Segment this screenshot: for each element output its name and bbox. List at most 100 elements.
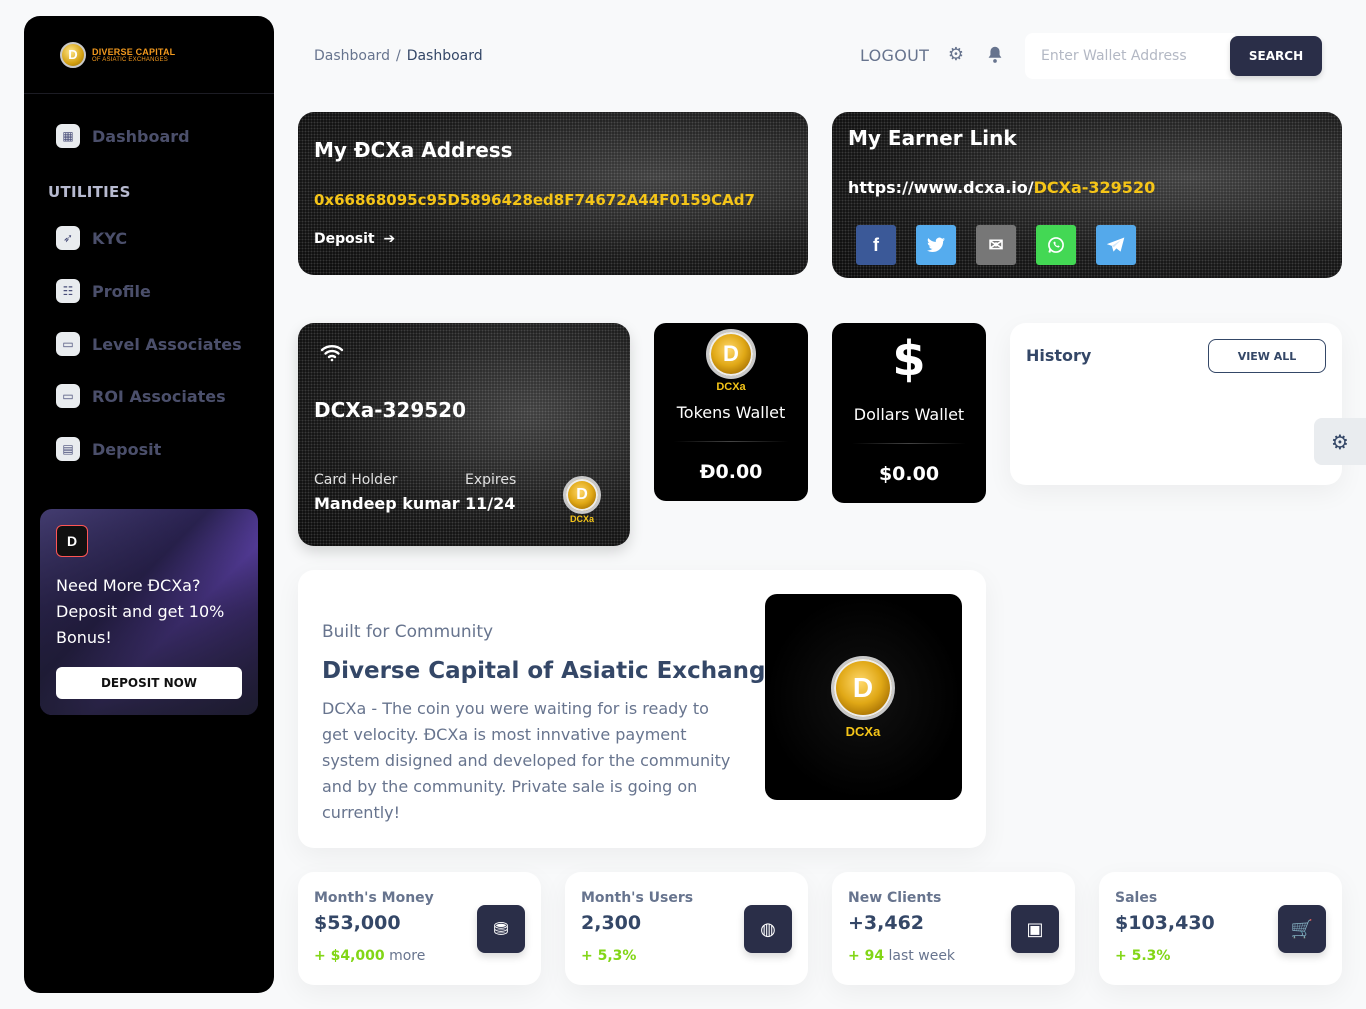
facebook-share-button[interactable]: f (856, 225, 896, 265)
earner-link-url[interactable]: https://www.dcxa.io/DCXa-329520 (848, 178, 1155, 197)
coin-label: DCXa (845, 724, 881, 739)
earner-link-card: My Earner Link https://www.dcxa.io/DCXa-… (832, 112, 1342, 278)
wallet-value: Đ0.00 (699, 461, 763, 483)
sidebar-item-profile[interactable]: ☷ Profile (56, 279, 151, 303)
stat-value: $103,430 (1115, 912, 1215, 934)
earner-card-title: My Earner Link (848, 126, 1017, 150)
card-number: DCXa-329520 (314, 398, 466, 422)
sidebar-item-label: ROI Associates (92, 386, 226, 406)
dollars-wallet-card[interactable]: $ Dollars Wallet $0.00 (832, 323, 986, 503)
member-card: DCXa-329520 Card Holder Mandeep kumar Ex… (298, 323, 630, 546)
sidebar-item-dashboard[interactable]: ▦ Dashboard (56, 124, 190, 148)
arrow-right-icon: ➔ (383, 231, 396, 247)
wallet-title: Tokens Wallet (676, 403, 786, 422)
stat-change: + 5,3% (581, 948, 636, 964)
view-all-button[interactable]: VIEW ALL (1208, 339, 1326, 373)
expires-label: Expires (465, 472, 517, 488)
world-icon: ◍ (744, 905, 792, 953)
community-image: D DCXa (765, 594, 962, 800)
stat-change-value: + 5.3% (1115, 948, 1171, 964)
history-card: History VIEW ALL (1010, 323, 1342, 485)
telegram-icon (1106, 237, 1125, 252)
sidebar: D DIVERSE CAPITAL OF ASIATIC EXCHANGES ▦… (24, 16, 274, 993)
community-title: Diverse Capital of Asiatic Exchanges (322, 658, 795, 684)
brand[interactable]: D DIVERSE CAPITAL OF ASIATIC EXCHANGES (24, 16, 274, 94)
wallet-value: $0.00 (878, 463, 940, 485)
search-button[interactable]: SEARCH (1230, 36, 1322, 76)
history-title: History (1026, 346, 1092, 365)
bell-icon[interactable] (984, 44, 1006, 66)
stat-value: +3,462 (848, 912, 925, 934)
stat-label: Month's Money (314, 890, 434, 906)
card-holder-name: Mandeep kumar (314, 494, 460, 513)
telegram-share-button[interactable] (1096, 225, 1136, 265)
wallet-address[interactable]: 0x66868095c95D5896428ed8F74672A44F0159CA… (314, 191, 755, 209)
stat-change: + $4,000 more (314, 948, 425, 964)
sidebar-item-deposit[interactable]: ▤ Deposit (56, 437, 161, 461)
stat-card-months-money: Month's Money $53,000 + $4,000 more ⛃ (298, 872, 541, 985)
coin-label: DCXa (569, 514, 594, 524)
community-eyebrow: Built for Community (322, 622, 494, 642)
stat-change-suffix: last week (888, 948, 956, 964)
cart-icon: 🛒 (1278, 905, 1326, 953)
stat-change: + 5.3% (1115, 948, 1170, 964)
earner-link-base: https://www.dcxa.io/ (848, 178, 1034, 197)
tokens-wallet-card[interactable]: D DCXa Tokens Wallet Đ0.00 (654, 323, 808, 501)
stat-label: New Clients (848, 890, 942, 906)
deposit-link[interactable]: Deposit ➔ (314, 231, 395, 247)
deposit-promo-card: D Need More ĐCXa? Deposit and get 10% Bo… (40, 509, 258, 715)
stat-card-months-users: Month's Users 2,300 + 5,3% ◍ (565, 872, 808, 985)
stat-change-value: + 94 (848, 948, 885, 964)
dollar-icon: $ (892, 331, 926, 387)
dcxa-coin-icon: D (831, 656, 895, 720)
stat-card-sales: Sales $103,430 + 5.3% 🛒 (1099, 872, 1342, 985)
settings-gear-icon[interactable]: ⚙ (1314, 418, 1366, 465)
divider (852, 443, 966, 444)
money-coins-icon: ⛃ (477, 905, 525, 953)
stat-value: $53,000 (314, 912, 401, 934)
twitter-share-button[interactable] (916, 225, 956, 265)
earner-link-code: DCXa-329520 (1033, 178, 1156, 197)
brand-text: DIVERSE CAPITAL OF ASIATIC EXCHANGES (92, 47, 175, 63)
twitter-icon (927, 237, 945, 253)
expires-value: 11/24 (465, 494, 516, 513)
sidebar-item-roi-associates[interactable]: ▭ ROI Associates (56, 384, 226, 408)
monitor-icon: ▭ (56, 384, 80, 408)
breadcrumb-current: Dashboard (406, 48, 483, 64)
promo-text: Need More ĐCXa? Deposit and get 10% Bonu… (56, 576, 225, 647)
address-card-title: My ĐCXa Address (314, 138, 513, 162)
sidebar-item-label: Profile (92, 281, 151, 301)
deposit-now-button[interactable]: DEPOSIT NOW (56, 667, 242, 699)
sidebar-item-kyc[interactable]: ➶ KYC (56, 226, 127, 250)
community-description: DCXa - The coin you were waiting for is … (322, 699, 731, 822)
sidebar-item-label: Dashboard (92, 126, 190, 146)
stat-change-value: + 5,3% (581, 948, 637, 964)
sidebar-section-title: UTILITIES (48, 183, 131, 201)
dcxa-logo: D DCXa (706, 329, 756, 393)
user-card-icon: ☷ (56, 279, 80, 303)
wallet-search-input[interactable] (1025, 33, 1235, 79)
whatsapp-share-button[interactable] (1036, 225, 1076, 265)
shop-icon: ▦ (56, 124, 80, 148)
wallet-title: Dollars Wallet (853, 405, 965, 424)
dcxa-coin-icon: D (706, 329, 756, 379)
community-card: Built for Community Diverse Capital of A… (298, 570, 986, 848)
stat-value: 2,300 (581, 912, 642, 934)
credit-card-icon: ▤ (56, 437, 80, 461)
facebook-icon: f (873, 234, 879, 255)
breadcrumb-root[interactable]: Dashboard (314, 48, 390, 64)
logout-link[interactable]: LOGOUT (860, 46, 929, 65)
dcxa-coin-icon: D (563, 476, 601, 514)
dcxa-logo-icon: D (56, 525, 88, 557)
contact-card-icon: ▣ (1011, 905, 1059, 953)
breadcrumb: Dashboard / Dashboard (314, 48, 483, 64)
sidebar-item-label: KYC (92, 228, 128, 248)
sidebar-item-label: Deposit (92, 439, 162, 459)
gear-icon[interactable]: ⚙ (945, 44, 967, 66)
sidebar-item-level-associates[interactable]: ▭ Level Associates (56, 332, 242, 356)
stat-label: Sales (1115, 890, 1158, 906)
deposit-link-label: Deposit (314, 231, 375, 247)
breadcrumb-separator: / (395, 48, 401, 64)
email-share-button[interactable]: ✉ (976, 225, 1016, 265)
stat-change-value: + $4,000 (314, 948, 385, 964)
